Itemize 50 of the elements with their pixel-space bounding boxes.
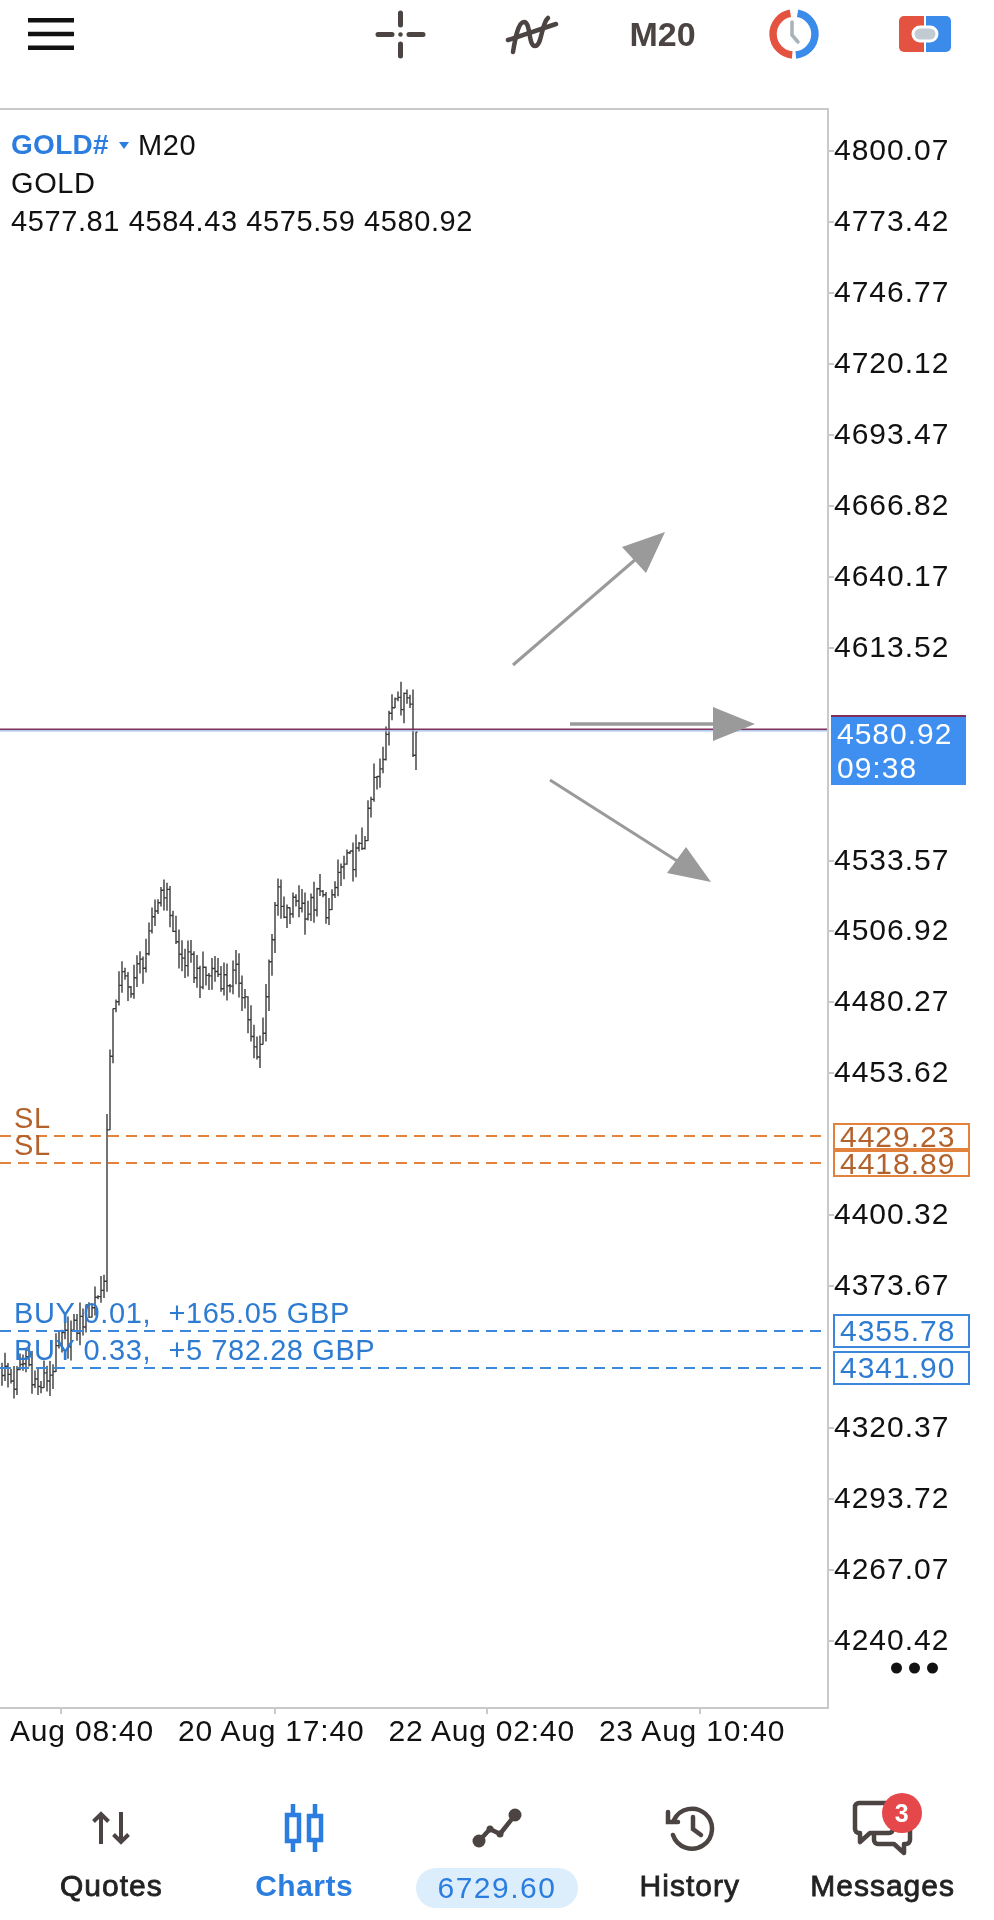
menu-icon[interactable]: [28, 18, 74, 50]
price-axis-label: 4773.42: [834, 203, 950, 238]
line-chart-icon: [472, 1808, 522, 1848]
price-axis-label: 4613.52: [834, 629, 950, 664]
up-down-arrows-icon: [91, 1811, 132, 1845]
chart-timeframe: M20: [137, 128, 197, 163]
price-axis-label: 4400.32: [834, 1197, 950, 1232]
timeframe-button[interactable]: M20: [629, 14, 696, 54]
more-icon[interactable]: [891, 1662, 938, 1674]
position-price-tag: 4341.90: [833, 1351, 970, 1385]
time-axis-label: 22 Aug 02:40: [388, 1714, 575, 1749]
price-axis-label: 4453.62: [834, 1055, 950, 1090]
split-tile-icon[interactable]: [898, 16, 951, 52]
symbol-description: GOLD: [11, 166, 97, 201]
current-price: 4580.92: [837, 717, 954, 751]
stop-loss-price-tag: 4418.89: [833, 1149, 970, 1177]
price-axis-label: 4720.12: [834, 345, 950, 380]
time-axis-label: 20 Aug 17:40: [178, 1714, 365, 1749]
price-axis-label: 4640.17: [834, 558, 950, 593]
price-axis-label: 4267.07: [834, 1552, 950, 1586]
history-icon: [663, 1804, 716, 1852]
price-axis-label: 4293.72: [834, 1481, 950, 1516]
unread-count-badge: 3: [881, 1793, 922, 1833]
nav-tab[interactable]: Charts: [255, 1800, 354, 1906]
symbol-selector[interactable]: GOLD#: [11, 126, 129, 164]
time-axis-label: 23 Aug 10:40: [598, 1714, 786, 1749]
price-axis-label: 4666.82: [834, 487, 950, 522]
price-axis-label: 4240.42: [834, 1622, 950, 1657]
price-axis-label: 4320.37: [834, 1410, 950, 1445]
price-axis-label: 4506.92: [834, 913, 950, 948]
price-axis-label: 4693.47: [834, 416, 950, 451]
price-axis-label: 4480.27: [834, 984, 950, 1019]
stop-loss-price-tag: 4429.23: [833, 1122, 970, 1150]
balance-value: 6729.60: [416, 1868, 578, 1908]
stop-loss-label: SL: [14, 1132, 51, 1158]
crosshair-icon[interactable]: [375, 9, 426, 59]
price-axis-label: 4800.07: [834, 133, 950, 167]
caret-icon: [118, 141, 129, 149]
price-axis-label: 4746.77: [834, 274, 950, 309]
ohlc-values: 4577.81 4584.43 4575.59 4580.92: [11, 204, 475, 239]
nav-tab[interactable]: History: [639, 1800, 740, 1906]
price-axis-label: 4373.67: [834, 1268, 950, 1303]
time-axis-label: Aug 08:40: [10, 1714, 154, 1749]
candlestick-icon: [283, 1804, 326, 1852]
position-price-tag: 4355.78: [833, 1314, 970, 1348]
stop-loss-label: SL: [14, 1105, 51, 1131]
nav-tab[interactable]: Quotes: [60, 1800, 163, 1906]
price-axis-label: 4533.57: [834, 842, 950, 877]
clock-icon[interactable]: [767, 9, 820, 59]
bar-countdown: 09:38: [837, 751, 919, 785]
